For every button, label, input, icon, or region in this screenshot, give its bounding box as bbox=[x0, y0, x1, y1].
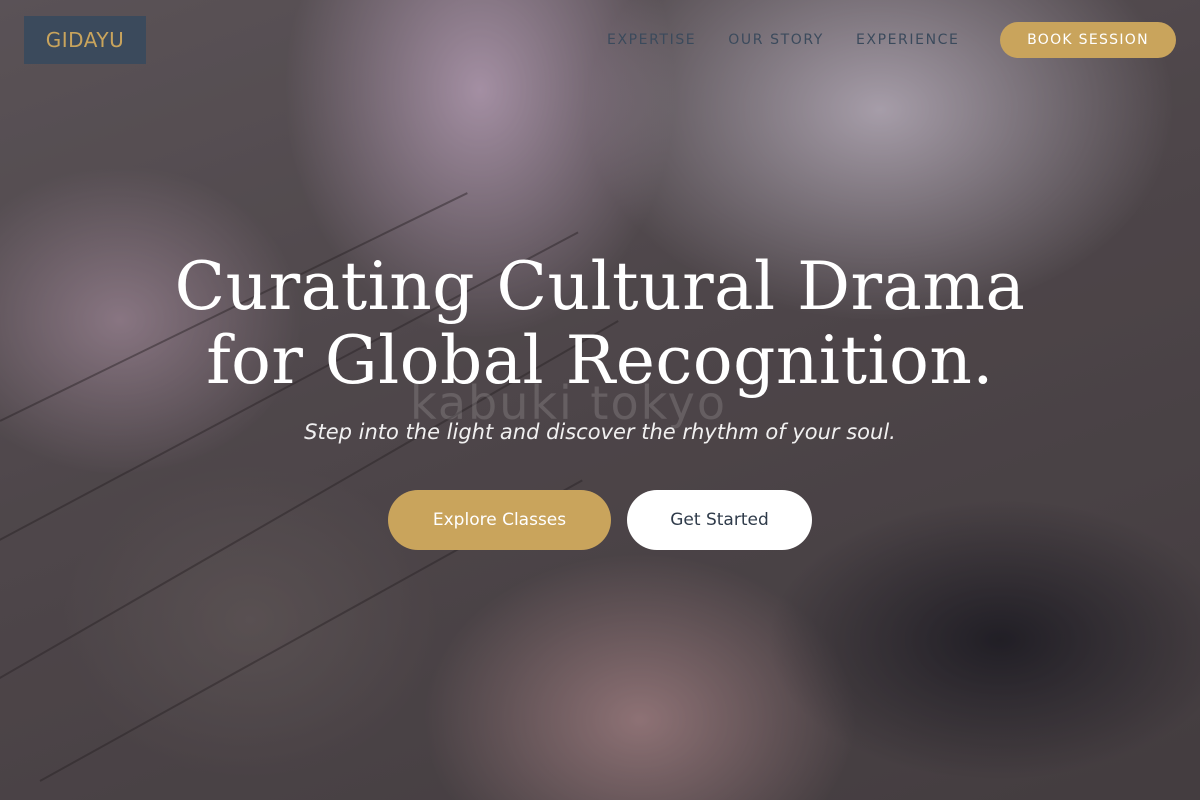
main-nav: EXPERTISE OUR STORY EXPERIENCE bbox=[607, 30, 959, 50]
nav-link-experience[interactable]: EXPERIENCE bbox=[856, 30, 960, 50]
book-session-button[interactable]: BOOK SESSION bbox=[1000, 22, 1176, 58]
hero-subheadline: Step into the light and discover the rhy… bbox=[304, 420, 896, 444]
hero-headline-line-2: for Global Recognition. bbox=[206, 322, 994, 399]
get-started-button[interactable]: Get Started bbox=[627, 490, 812, 550]
hero-headline: Curating Cultural Drama for Global Recog… bbox=[100, 250, 1100, 398]
nav-link-expertise[interactable]: EXPERTISE bbox=[607, 30, 696, 50]
hero-background-image: kabuki tokyo bbox=[0, 0, 1200, 800]
brand-logo[interactable]: GIDAYU bbox=[24, 16, 146, 64]
hero-headline-line-1: Curating Cultural Drama bbox=[174, 248, 1026, 325]
explore-classes-button[interactable]: Explore Classes bbox=[388, 490, 611, 550]
nav-link-our-story[interactable]: OUR STORY bbox=[728, 30, 824, 50]
